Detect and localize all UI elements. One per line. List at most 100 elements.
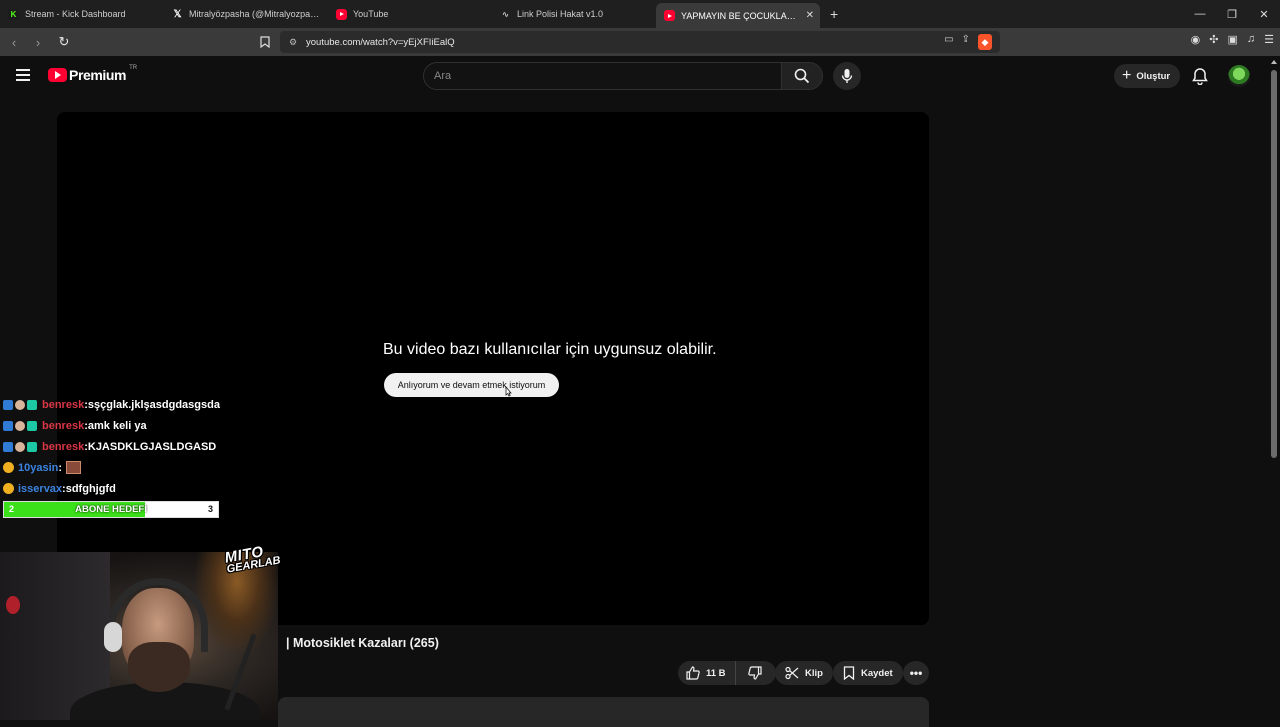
youtube-icon [664, 10, 675, 21]
tab-title: YouTube [353, 9, 389, 19]
menu-icon[interactable] [16, 69, 30, 81]
scissors-icon [785, 666, 799, 680]
tab-active-video[interactable]: YAPMAYIN BE ÇOCUKLAR | 5Sn ✕ [656, 3, 820, 28]
youtube-icon [48, 68, 67, 82]
back-icon[interactable]: ‹ [4, 32, 24, 52]
sidebar-icon[interactable]: ▣ [1227, 33, 1237, 46]
url-actions: ▭ ⇪ ◆ [944, 34, 992, 50]
menu-icon[interactable]: ☰ [1264, 33, 1274, 46]
restore-icon[interactable]: ❐ [1216, 0, 1248, 28]
mouse-cursor-icon [505, 386, 512, 397]
save-label: Kaydet [861, 667, 893, 679]
youtube-header: Premium TR + Oluştur [0, 56, 1280, 96]
badge-icon [15, 441, 25, 452]
search-box [423, 62, 782, 90]
browser-tab-bar: K Stream - Kick Dashboard 𝕏 Mitralyözpas… [0, 0, 1280, 28]
chat-message: benresk : amk keli ya [3, 415, 220, 436]
voice-search-button[interactable] [833, 62, 861, 90]
notifications-bell-icon[interactable] [1192, 67, 1208, 86]
chat-separator: : [58, 461, 63, 474]
tab-link-polisi[interactable]: ∿ Link Polisi Hakat v1.0 [492, 0, 656, 28]
badge-icon [3, 441, 13, 452]
badge-icon [15, 420, 25, 431]
close-window-icon[interactable]: ✕ [1248, 0, 1280, 28]
search-button[interactable] [781, 62, 823, 90]
create-label: Oluştur [1136, 70, 1171, 82]
new-tab-button[interactable]: + [830, 6, 838, 22]
create-button[interactable]: + Oluştur [1114, 64, 1181, 88]
scrollbar-thumb[interactable] [1271, 70, 1277, 458]
page-scrollbar[interactable] [1270, 60, 1278, 720]
address-bar-row: ‹ › ↻ ⚙ youtube.com/watch?v=yEjXFIiEalQ … [0, 28, 1280, 56]
window-controls: — ❐ ✕ [1184, 0, 1280, 28]
share-icon[interactable]: ⇪ [962, 34, 970, 50]
chat-text: sşçglak.jklşasdgdasgsda [87, 398, 220, 411]
more-actions-button[interactable]: ••• [903, 661, 929, 685]
webcam-object [6, 596, 20, 614]
headset-earcup [104, 622, 122, 652]
youtube-icon [336, 8, 347, 20]
badge-icon [27, 420, 37, 431]
headset-icon [108, 578, 208, 652]
goal-target: 3 [207, 504, 213, 514]
country-code: TR [129, 65, 138, 71]
account-avatar[interactable] [1228, 65, 1250, 87]
tab-title: Link Polisi Hakat v1.0 [517, 9, 604, 19]
url-field[interactable]: ⚙ youtube.com/watch?v=yEjXFIiEalQ ▭ ⇪ ◆ [280, 31, 1000, 53]
media-icon[interactable]: ♫ [1247, 33, 1255, 46]
clip-label: Klip [805, 667, 823, 679]
badge-icon [3, 399, 13, 410]
badge-icon [3, 483, 14, 494]
forward-icon[interactable]: › [28, 32, 48, 52]
chat-message: isservax : sdfghjgfd [3, 478, 220, 499]
search-icon [794, 68, 810, 84]
like-count: 11 B [706, 667, 726, 679]
url-text: youtube.com/watch?v=yEjXFIiEalQ [306, 36, 455, 48]
clip-button[interactable]: Klip [775, 661, 833, 685]
logo-text: Premium [69, 67, 127, 83]
extension-icon[interactable]: ◉ [1191, 33, 1201, 46]
microphone-icon [841, 69, 853, 83]
youtube-premium-logo[interactable]: Premium TR [48, 65, 138, 83]
accept-continue-button[interactable]: Anlıyorum ve devam etmek istiyorum [384, 373, 559, 397]
tab-kick-dashboard[interactable]: K Stream - Kick Dashboard [0, 0, 164, 28]
tab-title: YAPMAYIN BE ÇOCUKLAR | 5Sn [681, 10, 799, 21]
chat-username: benresk [42, 398, 85, 411]
tab-youtube[interactable]: YouTube [328, 0, 492, 28]
bookmark-icon[interactable] [257, 33, 273, 51]
emote-icon [66, 461, 82, 474]
x-icon: 𝕏 [173, 8, 182, 20]
reload-icon[interactable]: ↻ [54, 32, 74, 52]
search-input[interactable] [424, 63, 781, 89]
video-player[interactable] [57, 112, 929, 625]
chat-username: benresk [42, 440, 85, 453]
tab-title: Stream - Kick Dashboard [25, 9, 126, 19]
badge-icon [27, 441, 37, 452]
link-icon: ∿ [502, 9, 509, 19]
video-title: | Motosiklet Kazaları (265) [286, 636, 439, 650]
save-playlist-icon [843, 666, 855, 680]
chat-text: KJASDKLGJASLDGASD [87, 440, 217, 453]
badge-icon [27, 399, 37, 410]
save-button[interactable]: Kaydet [833, 661, 903, 685]
chat-message: benresk : KJASDKLGJASLDGASD [3, 436, 220, 457]
cast-icon[interactable]: ▭ [944, 34, 953, 50]
close-tab-icon[interactable]: ✕ [806, 10, 814, 21]
site-info-icon[interactable]: ⚙ [285, 37, 301, 48]
goal-current: 2 [9, 504, 15, 514]
subscriber-goal-bar: ABONE HEDEFİ 2 3 [3, 501, 219, 518]
scroll-up-icon[interactable] [1271, 60, 1277, 64]
badge-icon [15, 399, 25, 410]
dislike-button[interactable] [736, 661, 768, 685]
minimize-icon[interactable]: — [1184, 0, 1216, 28]
like-button[interactable]: 11 B [678, 661, 736, 685]
chat-text: sdfghjgfd [65, 482, 116, 495]
badge-icon [3, 462, 14, 473]
tab-x-profile[interactable]: 𝕏 Mitralyözpasha (@Mitralyozpasha) / [164, 0, 328, 28]
extensions-puzzle-icon[interactable]: ✣ [1209, 33, 1218, 46]
content-warning-text: Bu video bazı kullanıcılar için uygunsuz… [383, 341, 717, 358]
thumbs-down-icon [748, 666, 762, 680]
description-box[interactable] [278, 697, 929, 727]
goal-label: ABONE HEDEFİ [75, 504, 147, 515]
brave-shields-icon[interactable]: ◆ [978, 34, 992, 50]
